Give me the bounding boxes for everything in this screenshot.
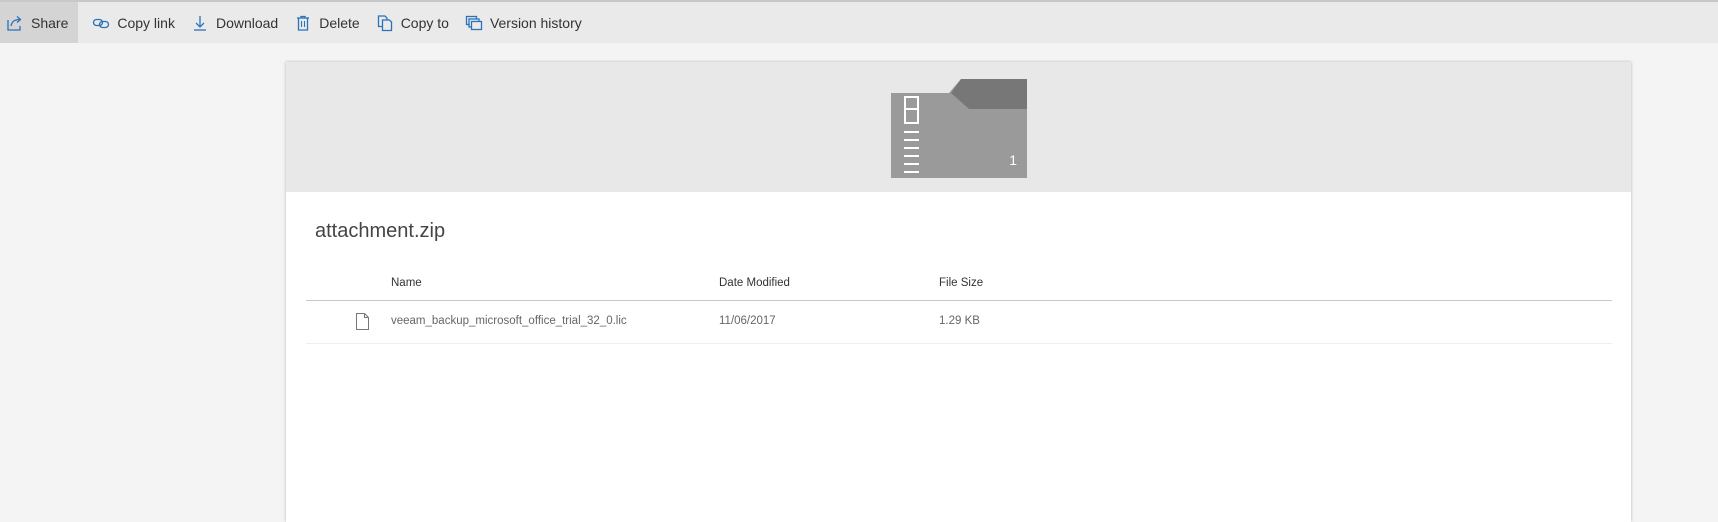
column-header-date-modified[interactable]: Date Modified — [719, 277, 790, 289]
link-icon — [93, 18, 110, 28]
copy-icon — [377, 14, 392, 31]
column-header-file-size[interactable]: File Size — [939, 277, 983, 289]
file-title: attachment.zip — [315, 220, 446, 242]
file-size-cell: 1.29 KB — [939, 315, 980, 327]
download-button[interactable]: Download — [185, 2, 288, 43]
delete-label: Delete — [319, 14, 360, 31]
zip-folder-icon: 1 — [891, 79, 1027, 178]
preview-header: 1 — [286, 62, 1631, 192]
version-history-button[interactable]: Version history — [459, 2, 592, 43]
command-bar: Share Copy link Download Delete Copy to — [0, 2, 1718, 43]
zip-preview-card: 1 attachment.zip Name Date Modified File… — [286, 62, 1631, 522]
share-label: Share — [31, 14, 69, 31]
copy-to-label: Copy to — [400, 14, 449, 31]
contents-table: Name Date Modified File Size veeam_backu… — [306, 265, 1612, 344]
trash-icon — [297, 15, 310, 31]
date-modified-cell: 11/06/2017 — [719, 315, 776, 327]
table-row[interactable]: veeam_backup_microsoft_office_trial_32_0… — [306, 301, 1612, 344]
copy-to-button[interactable]: Copy to — [370, 2, 459, 43]
table-header: Name Date Modified File Size — [306, 265, 1612, 301]
column-header-name[interactable]: Name — [391, 277, 422, 289]
version-history-icon — [465, 15, 483, 30]
download-icon — [193, 15, 206, 31]
delete-button[interactable]: Delete — [288, 2, 369, 43]
share-icon — [7, 15, 22, 31]
download-label: Download — [215, 14, 279, 31]
file-name-cell: veeam_backup_microsoft_office_trial_32_0… — [391, 315, 627, 327]
share-button[interactable]: Share — [0, 2, 79, 43]
copy-link-label: Copy link — [117, 14, 175, 31]
document-icon — [356, 313, 369, 330]
item-count: 1 — [1009, 152, 1017, 168]
copy-link-button[interactable]: Copy link — [86, 2, 185, 43]
version-history-label: Version history — [489, 14, 582, 31]
